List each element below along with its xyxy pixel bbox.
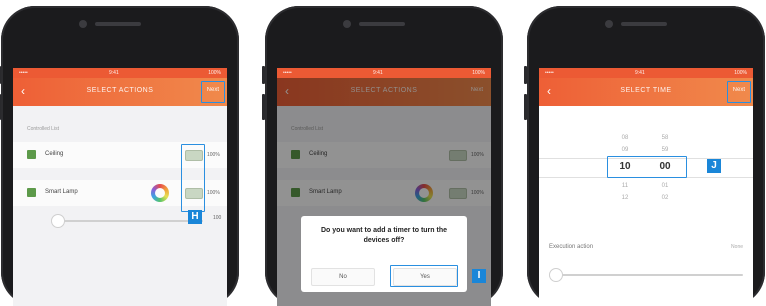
side-button: [524, 94, 527, 120]
brightness-slider[interactable]: [53, 220, 203, 222]
phone-frame: ••••• 9:41 100% ‹ SELECT ACTIONS Next Co…: [0, 6, 239, 306]
speaker: [359, 22, 405, 26]
side-button: [0, 94, 1, 120]
minute-option: 02: [661, 195, 669, 201]
next-button-highlight: [201, 81, 225, 103]
minute-option: 58: [661, 135, 669, 141]
speaker: [95, 22, 141, 26]
camera: [605, 20, 613, 28]
toggle-highlight: [181, 144, 205, 212]
setting-label: Execution action: [549, 244, 594, 250]
setting-slider[interactable]: [555, 274, 743, 276]
device-label: Smart Lamp: [45, 189, 78, 195]
device-label: Ceiling: [45, 151, 64, 157]
header-bar: ‹ SELECT TIME Next: [539, 78, 753, 106]
phone-frame: ••••• 9:41 100% ‹ SELECT TIME Next 08 09…: [524, 6, 765, 306]
hour-option: 11: [621, 183, 629, 189]
clock-text: 9:41: [635, 70, 645, 76]
slider-knob[interactable]: [549, 268, 563, 282]
device-value: 100%: [207, 190, 220, 196]
slider-value: 100: [213, 215, 222, 221]
battery-text: 100%: [472, 70, 485, 76]
clock-text: 9:41: [109, 70, 119, 76]
header-bar: ‹ SELECT ACTIONS Next: [13, 78, 227, 106]
minute-option: 59: [661, 147, 669, 153]
dialog-message: Do you want to add a timer to turn the d…: [321, 227, 447, 244]
hour-wheel[interactable]: 11 12: [613, 180, 637, 204]
device-checkbox[interactable]: [27, 150, 36, 159]
color-wheel-icon[interactable]: [151, 184, 169, 202]
side-button: [524, 66, 527, 84]
hour-option: 12: [621, 195, 629, 201]
minute-option: 01: [661, 183, 669, 189]
callout-label: H: [188, 210, 202, 224]
screen: ••••• 9:41 100% ‹ SELECT ACTIONS Next Co…: [277, 68, 491, 306]
clock-text: 9:41: [373, 70, 383, 76]
battery-text: 100%: [208, 70, 221, 76]
device-value: 100%: [207, 152, 220, 158]
confirm-dialog: Do you want to add a timer to turn the d…: [301, 216, 467, 292]
minute-wheel[interactable]: 58 59: [653, 132, 677, 156]
screen: ••••• 9:41 100% ‹ SELECT ACTIONS Next Co…: [13, 68, 227, 306]
side-button: [262, 94, 265, 120]
battery-text: 100%: [734, 70, 747, 76]
side-button: [262, 66, 265, 84]
time-selection-highlight: [607, 156, 687, 178]
side-button: [0, 66, 1, 84]
screen: ••••• 9:41 100% ‹ SELECT TIME Next 08 09…: [539, 68, 753, 306]
page-title: SELECT TIME: [620, 87, 672, 94]
yes-button-highlight: [390, 265, 458, 287]
hour-option: 09: [621, 147, 629, 153]
setting-value[interactable]: None: [731, 244, 743, 250]
callout-label: J: [707, 159, 721, 173]
next-button-highlight: [727, 81, 751, 103]
camera: [79, 20, 87, 28]
section-label: Controlled List: [27, 126, 59, 132]
camera: [343, 20, 351, 28]
speaker: [621, 22, 667, 26]
status-bar: ••••• 9:41 100%: [277, 68, 491, 78]
phone-frame: ••••• 9:41 100% ‹ SELECT ACTIONS Next Co…: [262, 6, 503, 306]
status-bar: ••••• 9:41 100%: [13, 68, 227, 78]
carrier-text: •••••: [19, 70, 28, 76]
hour-wheel[interactable]: 08 09: [613, 132, 637, 156]
carrier-text: •••••: [545, 70, 554, 76]
no-button[interactable]: No: [311, 268, 375, 286]
carrier-text: •••••: [283, 70, 292, 76]
device-checkbox[interactable]: [27, 188, 36, 197]
slider-knob[interactable]: [51, 214, 65, 228]
callout-label: I: [472, 269, 486, 283]
status-bar: ••••• 9:41 100%: [539, 68, 753, 78]
hour-option: 08: [621, 135, 629, 141]
minute-wheel[interactable]: 01 02: [653, 180, 677, 204]
page-title: SELECT ACTIONS: [86, 87, 154, 94]
